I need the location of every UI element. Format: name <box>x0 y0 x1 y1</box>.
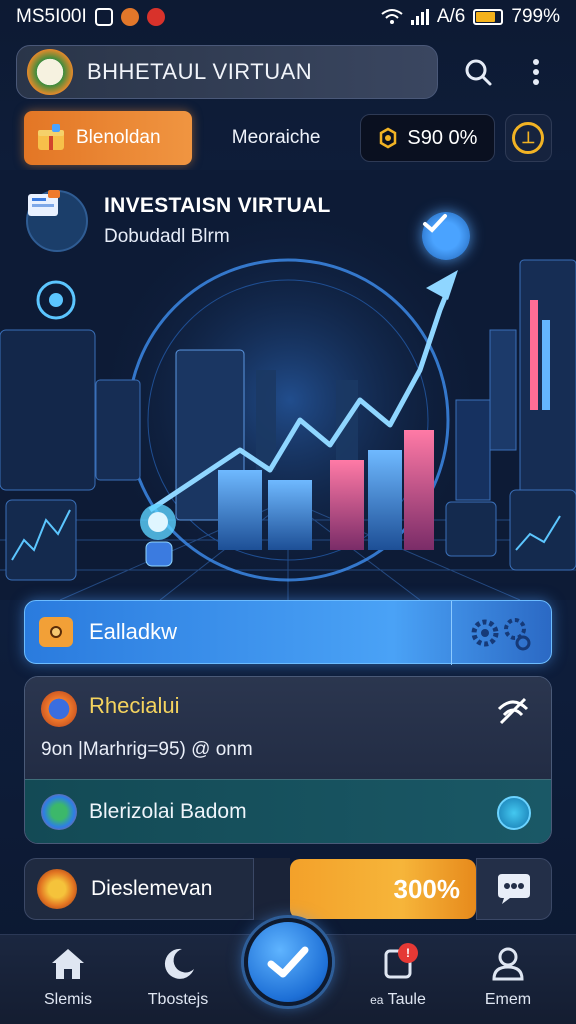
bottom-card-value-button[interactable]: 300% <box>290 859 476 919</box>
app-logo <box>27 49 73 95</box>
bottom-card: Dieslemevan 300% <box>24 858 552 920</box>
bottom-card-spacer <box>254 858 290 920</box>
tab-second[interactable]: Meoraiche <box>202 127 350 149</box>
coin-icon: ⊥ <box>512 122 545 154</box>
battery-icon <box>473 9 504 25</box>
center-check-button[interactable] <box>244 918 332 1006</box>
nav-prefix: ea <box>370 993 384 1007</box>
edit-icon <box>41 794 77 830</box>
bottom-card-value: 300% <box>393 873 461 904</box>
verified-check-icon[interactable] <box>422 212 470 260</box>
message-icon <box>94 8 113 26</box>
tab-row: Blenoldan Meoraiche S90 0% ⊥ <box>24 110 553 166</box>
action-card-label: Ealladkw <box>89 619 178 644</box>
nav-label-moon: Tbostejs <box>147 991 209 1008</box>
coin-button[interactable]: ⊥ <box>504 114 553 162</box>
action-card[interactable]: Ealladkw <box>24 600 552 665</box>
search-icon <box>465 59 492 86</box>
bottom-card-left[interactable]: Dieslemevan <box>24 858 254 920</box>
nav-item-moon[interactable]: Tbostejs <box>128 935 228 1024</box>
tab-active[interactable]: Blenoldan <box>24 111 193 165</box>
notification-badge: ! <box>398 943 418 963</box>
rocket-icon <box>41 691 77 727</box>
nav-item-home[interactable]: Slemis <box>18 935 118 1024</box>
status-bar: MS5I00I A/6 799% <box>0 0 576 34</box>
panel-bottom-section[interactable]: Blerizolai Badom <box>25 779 551 843</box>
app-title: BHHETAUL VIRTUAN <box>87 59 313 84</box>
donut-icon <box>37 869 77 909</box>
tab-active-label: Blenoldan <box>76 127 161 148</box>
hero-title: INVESTAISN VIRTUAL <box>104 194 331 217</box>
hero-subtitle: Dobudadl Blrm <box>104 226 230 247</box>
info-panel: Rhecialui 9on |Marhrig=95) @ onm Blerizo… <box>24 676 552 844</box>
signal-icon <box>410 9 429 25</box>
chat-icon <box>498 874 530 904</box>
more-vertical-icon <box>533 59 539 85</box>
panel-top-section[interactable]: Rhecialui 9on |Marhrig=95) @ onm <box>25 677 551 779</box>
nav-label-notifications: ea Taule <box>370 991 426 1009</box>
profile-icon <box>492 947 524 981</box>
checkmark-icon <box>267 946 309 978</box>
signal-waves-icon[interactable] <box>495 695 531 727</box>
battery-text: 799% <box>511 6 560 27</box>
panel-line: 9on |Marhrig=95) @ onm <box>41 739 253 760</box>
app-notification-icon <box>120 8 139 26</box>
wifi-icon <box>381 9 403 24</box>
hero-header: INVESTAISN VIRTUAL Dobudadl Blrm <box>26 190 331 252</box>
nav-item-notifications[interactable]: ! ea Taule <box>348 935 448 1024</box>
hero-illustration: INVESTAISN VIRTUAL Dobudadl Blrm <box>0 170 576 600</box>
gift-icon <box>38 124 64 150</box>
nav-label-profile: Emem <box>484 991 532 1008</box>
globe-icon[interactable] <box>497 796 531 830</box>
nav-label-home: Slemis <box>43 991 92 1008</box>
camera-icon <box>39 617 73 647</box>
app-bar: BHHETAUL VIRTUAN <box>16 44 560 100</box>
balance-value: S90 0% <box>407 126 478 149</box>
more-menu-button[interactable] <box>518 54 554 90</box>
record-icon <box>146 8 165 26</box>
bottom-card-label: Dieslemevan <box>91 877 213 900</box>
document-icon <box>26 190 88 252</box>
chat-button[interactable] <box>476 858 552 920</box>
home-icon <box>52 949 84 979</box>
balance-display[interactable]: S90 0% <box>360 114 495 162</box>
nav-item-profile[interactable]: Emem <box>458 935 558 1024</box>
wallet-icon <box>380 127 397 149</box>
gears-icon[interactable] <box>451 601 551 665</box>
carrier-text: MS5I00I <box>16 6 87 27</box>
search-button[interactable] <box>460 54 496 90</box>
panel-bottom-label: Blerizolai Badom <box>89 800 247 823</box>
network-text: A/6 <box>436 6 466 27</box>
moon-icon <box>164 948 194 979</box>
panel-title: Rhecialui <box>89 693 180 718</box>
nav-label-text: Taule <box>387 991 426 1008</box>
app-title-box[interactable]: BHHETAUL VIRTUAN <box>16 45 438 99</box>
